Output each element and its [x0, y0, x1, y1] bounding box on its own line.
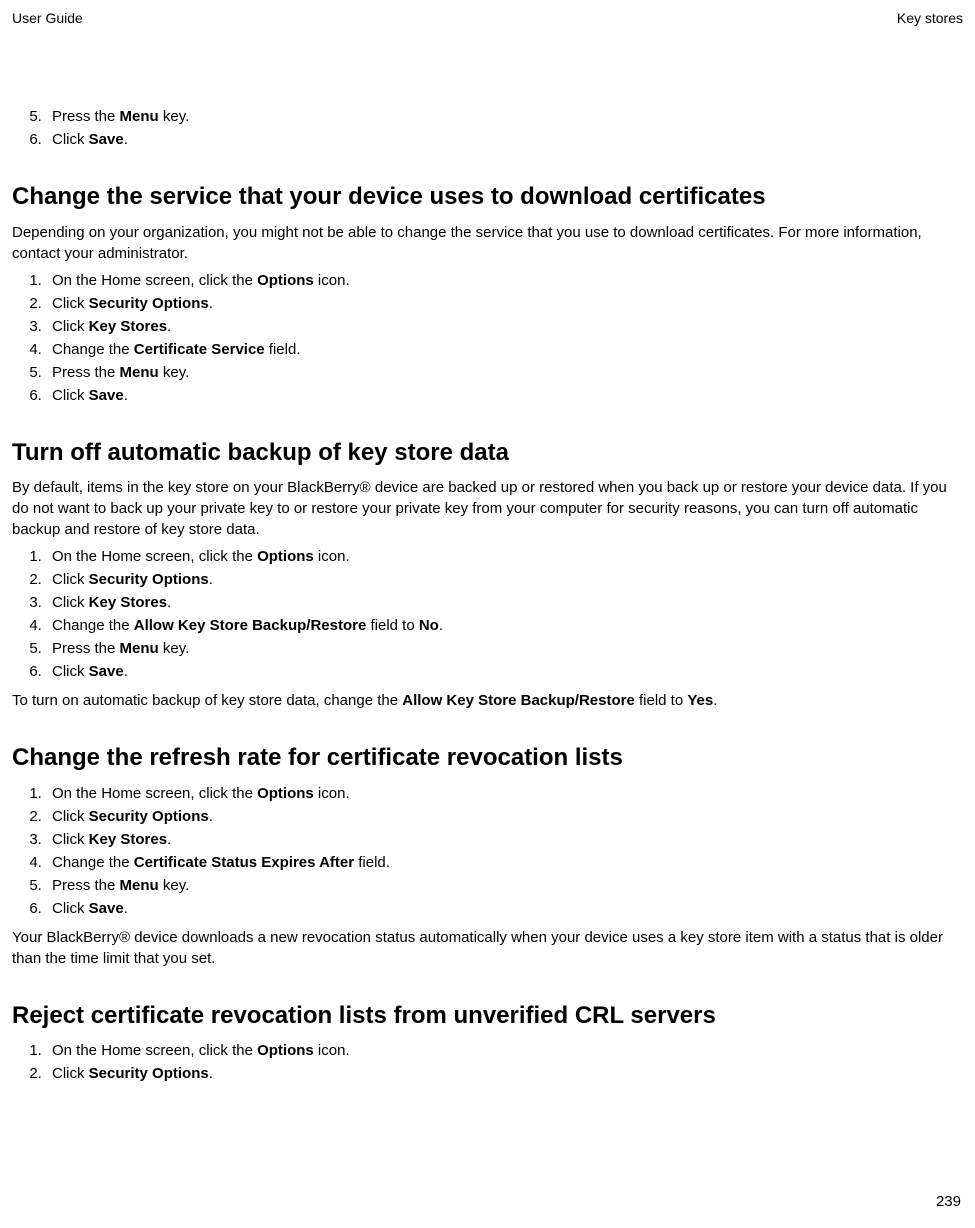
step-item: Click Security Options.	[46, 293, 963, 314]
step-item: Click Save.	[46, 129, 963, 150]
section-heading: Change the refresh rate for certificate …	[12, 741, 963, 775]
section-intro: By default, items in the key store on yo…	[12, 477, 963, 540]
step-item: Click Security Options.	[46, 569, 963, 590]
step-item: Click Save.	[46, 898, 963, 919]
step-item: On the Home screen, click the Options ic…	[46, 1040, 963, 1061]
step-item: Change the Certificate Service field.	[46, 339, 963, 360]
page-content: Press the Menu key.Click Save. Change th…	[12, 106, 963, 1084]
step-list: On the Home screen, click the Options ic…	[12, 1040, 963, 1084]
step-item: Click Key Stores.	[46, 829, 963, 850]
step-item: Click Security Options.	[46, 806, 963, 827]
step-item: Click Security Options.	[46, 1063, 963, 1084]
section-note: To turn on automatic backup of key store…	[12, 690, 963, 711]
page-header: User Guide Key stores	[12, 10, 963, 26]
step-item: Press the Menu key.	[46, 875, 963, 896]
section-intro: Depending on your organization, you migh…	[12, 222, 963, 264]
step-item: Click Save.	[46, 661, 963, 682]
section-heading: Reject certificate revocation lists from…	[12, 999, 963, 1033]
step-item: Click Key Stores.	[46, 316, 963, 337]
step-item: Press the Menu key.	[46, 106, 963, 127]
step-list: On the Home screen, click the Options ic…	[12, 783, 963, 919]
step-item: Press the Menu key.	[46, 638, 963, 659]
step-item: On the Home screen, click the Options ic…	[46, 546, 963, 567]
header-right: Key stores	[897, 10, 963, 26]
step-list: On the Home screen, click the Options ic…	[12, 270, 963, 406]
page: User Guide Key stores Press the Menu key…	[0, 0, 975, 1228]
intro-steps: Press the Menu key.Click Save.	[12, 106, 963, 150]
step-item: Click Key Stores.	[46, 592, 963, 613]
section-note: Your BlackBerry® device downloads a new …	[12, 927, 963, 969]
page-number: 239	[936, 1193, 961, 1210]
step-item: On the Home screen, click the Options ic…	[46, 783, 963, 804]
step-item: On the Home screen, click the Options ic…	[46, 270, 963, 291]
step-list: On the Home screen, click the Options ic…	[12, 546, 963, 682]
step-item: Change the Certificate Status Expires Af…	[46, 852, 963, 873]
section-heading: Change the service that your device uses…	[12, 180, 963, 214]
step-item: Change the Allow Key Store Backup/Restor…	[46, 615, 963, 636]
step-item: Click Save.	[46, 385, 963, 406]
section-heading: Turn off automatic backup of key store d…	[12, 436, 963, 470]
step-item: Press the Menu key.	[46, 362, 963, 383]
header-left: User Guide	[12, 10, 83, 26]
